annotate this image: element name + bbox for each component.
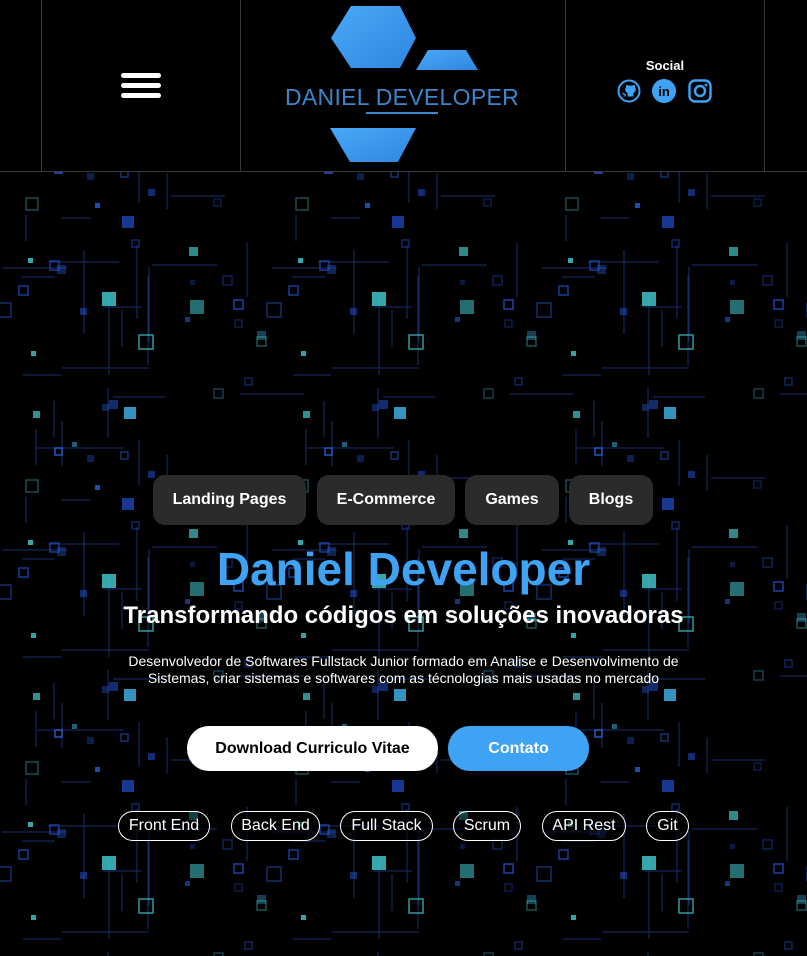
skill-badge: API Rest: [542, 811, 626, 841]
hero-section: Landing Pages E-Commerce Games Blogs Dan…: [0, 172, 807, 956]
instagram-icon[interactable]: [688, 79, 712, 103]
tag-e-commerce[interactable]: E-Commerce: [317, 475, 455, 525]
tag-landing-pages[interactable]: Landing Pages: [153, 475, 306, 525]
contact-button[interactable]: Contato: [448, 726, 589, 771]
skill-badge: Front End: [118, 811, 210, 841]
skill-badge: Full Stack: [340, 811, 433, 841]
logo-text: DANIEL DEVELOPER: [284, 84, 520, 110]
site-header: DANIEL DEVELOPER Social in: [0, 0, 807, 172]
skill-badge: Scrum: [453, 811, 521, 841]
logo-underline: [366, 112, 438, 114]
header-divider: [240, 0, 241, 171]
download-cv-button[interactable]: Download Curriculo Vitae: [187, 726, 438, 771]
linkedin-text: in: [658, 84, 670, 99]
social-title: Social: [645, 58, 685, 73]
tag-games[interactable]: Games: [465, 475, 559, 525]
hero-description: Desenvolvedor de Softwares Fullstack Jun…: [128, 653, 679, 686]
tag-blogs[interactable]: Blogs: [569, 475, 653, 525]
hero-title: Daniel Developer: [216, 543, 591, 595]
header-divider: [41, 0, 42, 171]
menu-bar: [121, 93, 161, 98]
skill-badge: Back End: [231, 811, 320, 841]
header-divider: [565, 0, 566, 171]
skill-badge: Git: [646, 811, 689, 841]
hamburger-menu-button[interactable]: [119, 70, 163, 102]
header-divider: [764, 0, 765, 171]
menu-bar: [121, 73, 161, 78]
linkedin-icon[interactable]: in: [652, 79, 676, 103]
logo[interactable]: DANIEL DEVELOPER: [282, 2, 522, 168]
github-icon[interactable]: [617, 79, 641, 103]
hero-content: Landing Pages E-Commerce Games Blogs Dan…: [0, 172, 807, 956]
menu-bar: [121, 83, 161, 88]
hero-subtitle: Transformando códigos em soluções inovad…: [123, 602, 684, 629]
